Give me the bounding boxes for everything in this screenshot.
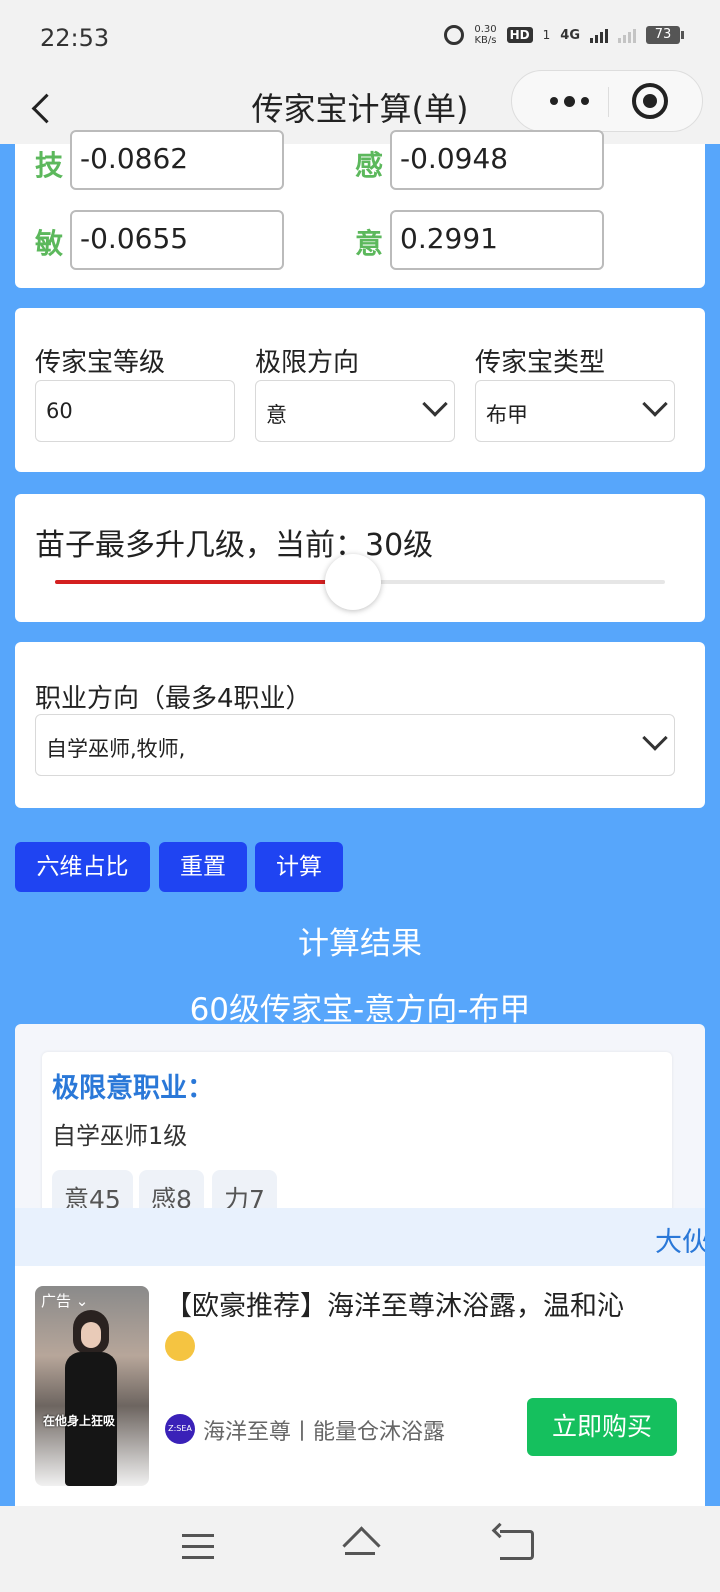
marquee-text: 大伙 xyxy=(655,1227,705,1258)
profession-card: 职业方向（最多4职业） 自学巫师,牧师, xyxy=(15,642,705,808)
profession-result-head: 极限意职业： xyxy=(52,1073,214,1104)
more-icon[interactable] xyxy=(532,71,606,131)
signal-icon xyxy=(590,27,608,43)
battery-icon: 73 xyxy=(646,26,684,44)
result-card: 极限意职业： 自学巫师1级 意45 感8 力7 xyxy=(15,1024,705,1220)
status-time: 22:53 xyxy=(40,24,110,52)
alarm-icon xyxy=(444,25,465,45)
ad-person xyxy=(59,1310,123,1486)
attr-label-min: 敏 xyxy=(35,227,64,260)
level-slider[interactable] xyxy=(55,554,665,610)
ad-caption: 在他身上狂吸 xyxy=(43,1414,116,1428)
home-icon[interactable] xyxy=(340,1526,380,1562)
attr-label-gan: 感 xyxy=(355,149,384,182)
back-nav-icon[interactable] xyxy=(500,1530,534,1560)
hd-sub: 1 xyxy=(542,28,551,42)
direction-value: 意 xyxy=(266,403,287,427)
buy-now-button[interactable]: 立即购买 xyxy=(527,1398,677,1456)
signal-icon-2 xyxy=(618,27,636,43)
attr-label-ji: 技 xyxy=(35,149,64,182)
type-label: 传家宝类型 xyxy=(475,348,606,378)
attr-input-yi[interactable]: 0.2991 xyxy=(390,210,604,270)
capsule-divider xyxy=(608,87,609,117)
slider-thumb[interactable] xyxy=(324,554,381,610)
profession-label: 职业方向（最多4职业） xyxy=(35,684,312,714)
chevron-down-icon xyxy=(642,725,668,751)
network-type: 4G xyxy=(560,27,580,43)
reset-button[interactable]: 重置 xyxy=(159,842,247,892)
chevron-down-icon xyxy=(642,391,668,417)
calculate-button[interactable]: 计算 xyxy=(255,842,343,892)
settings-card: 传家宝等级 60 极限方向 意 传家宝类型 布甲 xyxy=(15,308,705,472)
close-mini-program-icon[interactable] xyxy=(632,83,668,119)
ad-banner[interactable]: 广告 ⌄ 在他身上狂吸 【欧豪推荐】海洋至尊沐浴露，温和沁 Z:SEA 海洋至尊… xyxy=(15,1266,705,1506)
ad-image[interactable]: 广告 ⌄ 在他身上狂吸 xyxy=(35,1286,149,1486)
network-speed: 0.30 KB/s xyxy=(474,24,497,46)
brand-logo: Z:SEA xyxy=(165,1414,195,1444)
profession-value: 自学巫师,牧师, xyxy=(46,737,186,761)
level-label: 传家宝等级 xyxy=(35,348,166,378)
marquee-notice: 大伙 xyxy=(15,1208,705,1266)
type-value: 布甲 xyxy=(486,403,528,427)
status-bar: 22:53 0.30 KB/s HD 1 4G 73 xyxy=(0,0,720,78)
thinking-emoji-icon xyxy=(165,1330,195,1361)
profession-result-name: 自学巫师1级 xyxy=(52,1122,188,1150)
ratio-button[interactable]: 六维占比 xyxy=(15,842,150,892)
slider-fill xyxy=(55,580,353,584)
results-title: 计算结果 xyxy=(298,926,422,962)
slider-label: 苗子最多升几级，当前：30级 xyxy=(35,528,434,563)
attr-label-yi: 意 xyxy=(355,227,384,260)
slider-card: 苗子最多升几级，当前：30级 xyxy=(15,494,705,622)
menu-icon[interactable] xyxy=(182,1534,214,1560)
status-icons: 0.30 KB/s HD 1 4G 73 xyxy=(444,24,684,46)
ad-text-line: 【欧豪推荐】海洋至尊沐浴露，温和沁 xyxy=(165,1291,624,1322)
attr-input-min[interactable]: -0.0655 xyxy=(70,210,284,270)
level-input[interactable]: 60 xyxy=(35,380,235,442)
mini-program-capsule xyxy=(511,70,703,132)
direction-label: 极限方向 xyxy=(255,348,360,378)
ad-brand: 海洋至尊丨能量仓沐浴露 xyxy=(203,1420,446,1445)
attr-input-ji[interactable]: -0.0862 xyxy=(70,130,284,190)
ad-badge[interactable]: 广告 ⌄ xyxy=(41,1290,88,1311)
chevron-down-icon xyxy=(422,391,448,417)
results-subtitle: 60级传家宝-意方向-布甲 xyxy=(189,992,531,1028)
attr-input-gan[interactable]: -0.0948 xyxy=(390,130,604,190)
ad-text: 【欧豪推荐】海洋至尊沐浴露，温和沁 xyxy=(165,1288,705,1364)
direction-select[interactable]: 意 xyxy=(255,380,455,442)
system-nav-bar xyxy=(0,1506,720,1592)
profession-select[interactable]: 自学巫师,牧师, xyxy=(35,714,675,776)
type-select[interactable]: 布甲 xyxy=(475,380,675,442)
attribute-card: 技 -0.0862 感 -0.0948 敏 -0.0655 意 0.2991 xyxy=(15,130,705,288)
hd-icon: HD xyxy=(506,27,533,43)
profession-result: 极限意职业： 自学巫师1级 意45 感8 力7 xyxy=(42,1052,672,1220)
